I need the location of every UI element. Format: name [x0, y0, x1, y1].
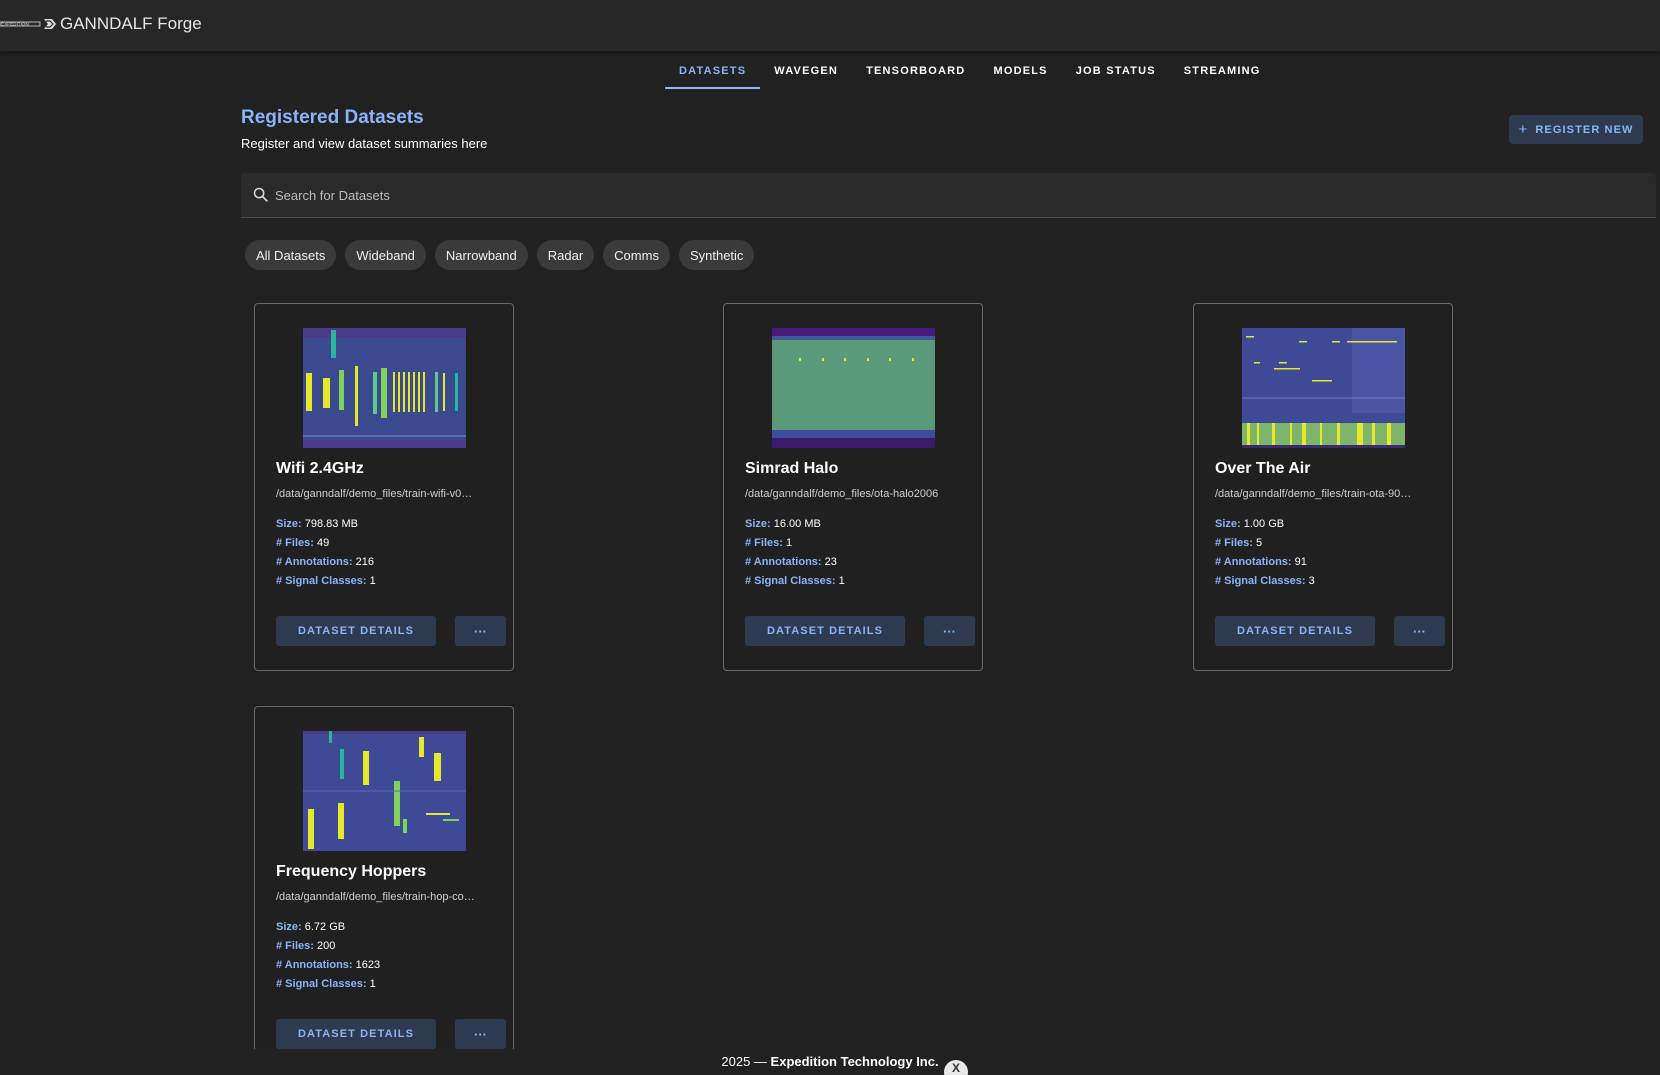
dataset-stats: Size: 6.72 GB # Files: 200 # Annotations… — [276, 918, 380, 994]
dataset-name: Wifi 2.4GHz — [276, 460, 364, 477]
footer-year: 2025 — — [721, 1054, 771, 1069]
annotations-label: # Annotations: — [276, 959, 353, 971]
size-label: Size: — [276, 921, 302, 933]
files-value: 200 — [316, 940, 336, 952]
hopper-spectrogram — [303, 731, 466, 851]
svg-text:EXPEDITION: EXPEDITION — [1, 22, 29, 27]
footer-company: Expedition Technology Inc. — [770, 1054, 939, 1069]
search-input[interactable] — [275, 173, 1635, 218]
signal-classes-value: 1 — [838, 575, 845, 587]
size-label: Size: — [276, 518, 302, 530]
register-new-label: REGISTER NEW — [1535, 123, 1634, 136]
dataset-path: /data/ganndalf/demo_files/train-wifi-v0… — [276, 488, 473, 500]
signal-classes-label: # Signal Classes: — [745, 575, 836, 587]
dataset-details-button[interactable]: DATASET DETAILS — [1215, 616, 1375, 646]
search-bar — [241, 173, 1656, 218]
size-value: 6.72 GB — [304, 921, 346, 933]
more-options-button[interactable]: ··· — [455, 616, 506, 646]
footer: 2025 — Expedition Technology Inc. — [0, 1054, 1660, 1069]
annotations-label: # Annotations: — [745, 556, 822, 568]
search-icon — [253, 187, 268, 202]
chip-synthetic[interactable]: Synthetic — [678, 240, 755, 270]
ota-spectrogram — [1242, 328, 1405, 448]
dataset-card: Frequency Hoppers /data/ganndalf/demo_fi… — [254, 706, 514, 1049]
tab-models[interactable]: MODELS — [979, 53, 1061, 89]
dataset-details-button[interactable]: DATASET DETAILS — [745, 616, 905, 646]
filter-chips: All Datasets Wideband Narrowband Radar C… — [245, 240, 755, 270]
more-options-button[interactable]: ··· — [924, 616, 975, 646]
size-label: Size: — [1215, 518, 1241, 530]
files-label: # Files: — [1215, 537, 1253, 549]
dataset-stats: Size: 16.00 MB # Files: 1 # Annotations:… — [745, 515, 845, 591]
annotations-value: 216 — [355, 556, 375, 568]
chip-radar[interactable]: Radar — [536, 240, 595, 270]
dataset-path: /data/ganndalf/demo_files/train-ota-90… — [1215, 488, 1412, 500]
tab-datasets[interactable]: DATASETS — [665, 53, 761, 89]
chip-wideband[interactable]: Wideband — [345, 240, 426, 270]
dataset-path: /data/ganndalf/demo_files/train-hop-co… — [276, 891, 475, 903]
expedition-logo[interactable]: EXPEDITION — [0, 16, 58, 33]
app-bar: EXPEDITION GANNDALF Forge — [0, 0, 1660, 51]
dataset-stats: Size: 1.00 GB # Files: 5 # Annotations: … — [1215, 515, 1315, 591]
files-label: # Files: — [276, 537, 314, 549]
more-options-button[interactable]: ··· — [1394, 616, 1445, 646]
size-value: 16.00 MB — [773, 518, 821, 530]
dataset-name: Frequency Hoppers — [276, 863, 427, 880]
size-value: 1.00 GB — [1243, 518, 1285, 530]
signal-classes-value: 3 — [1308, 575, 1315, 587]
size-value: 798.83 MB — [304, 518, 358, 530]
dataset-name: Simrad Halo — [745, 460, 839, 477]
dataset-card: Wifi 2.4GHz /data/ganndalf/demo_files/tr… — [254, 303, 514, 671]
files-value: 1 — [785, 537, 793, 549]
tab-streaming[interactable]: STREAMING — [1170, 53, 1275, 89]
signal-classes-label: # Signal Classes: — [1215, 575, 1306, 587]
signal-classes-value: 1 — [369, 575, 376, 587]
wifi-spectrogram — [303, 328, 466, 448]
nav-tabs: DATASETS WAVEGEN TENSORBOARD MODELS JOB … — [665, 53, 1275, 89]
dataset-details-button[interactable]: DATASET DETAILS — [276, 1019, 436, 1049]
annotations-value: 23 — [824, 556, 837, 568]
files-label: # Files: — [276, 940, 314, 952]
tab-job-status[interactable]: JOB STATUS — [1062, 53, 1170, 89]
halo-spectrogram — [772, 328, 935, 448]
dataset-card: Simrad Halo /data/ganndalf/demo_files/ot… — [723, 303, 983, 671]
chip-all-datasets[interactable]: All Datasets — [245, 240, 337, 270]
page-title: Registered Datasets — [241, 107, 424, 128]
signal-classes-label: # Signal Classes: — [276, 978, 367, 990]
annotations-value: 91 — [1294, 556, 1307, 568]
register-new-button[interactable]: + REGISTER NEW — [1509, 115, 1643, 144]
signal-classes-label: # Signal Classes: — [276, 575, 367, 587]
more-options-button[interactable]: ··· — [455, 1019, 506, 1049]
page-subtitle: Register and view dataset summaries here — [241, 136, 488, 151]
files-value: 49 — [316, 537, 330, 549]
files-label: # Files: — [745, 537, 783, 549]
size-label: Size: — [745, 518, 771, 530]
dataset-card: Over The Air /data/ganndalf/demo_files/t… — [1193, 303, 1453, 671]
dataset-path: /data/ganndalf/demo_files/ota-halo2006 — [745, 488, 939, 500]
annotations-value: 1623 — [355, 959, 381, 971]
tab-wavegen[interactable]: WAVEGEN — [760, 53, 852, 89]
chip-comms[interactable]: Comms — [603, 240, 670, 270]
files-value: 5 — [1255, 537, 1263, 549]
dataset-details-button[interactable]: DATASET DETAILS — [276, 616, 436, 646]
app-title: GANNDALF Forge — [60, 14, 202, 33]
signal-classes-value: 1 — [369, 978, 376, 990]
annotations-label: # Annotations: — [1215, 556, 1292, 568]
dataset-name: Over The Air — [1215, 460, 1311, 477]
chip-narrowband[interactable]: Narrowband — [434, 240, 528, 270]
plus-icon: + — [1518, 121, 1529, 138]
tab-tensorboard[interactable]: TENSORBOARD — [852, 53, 979, 89]
dataset-stats: Size: 798.83 MB # Files: 49 # Annotation… — [276, 515, 376, 591]
annotations-label: # Annotations: — [276, 556, 353, 568]
